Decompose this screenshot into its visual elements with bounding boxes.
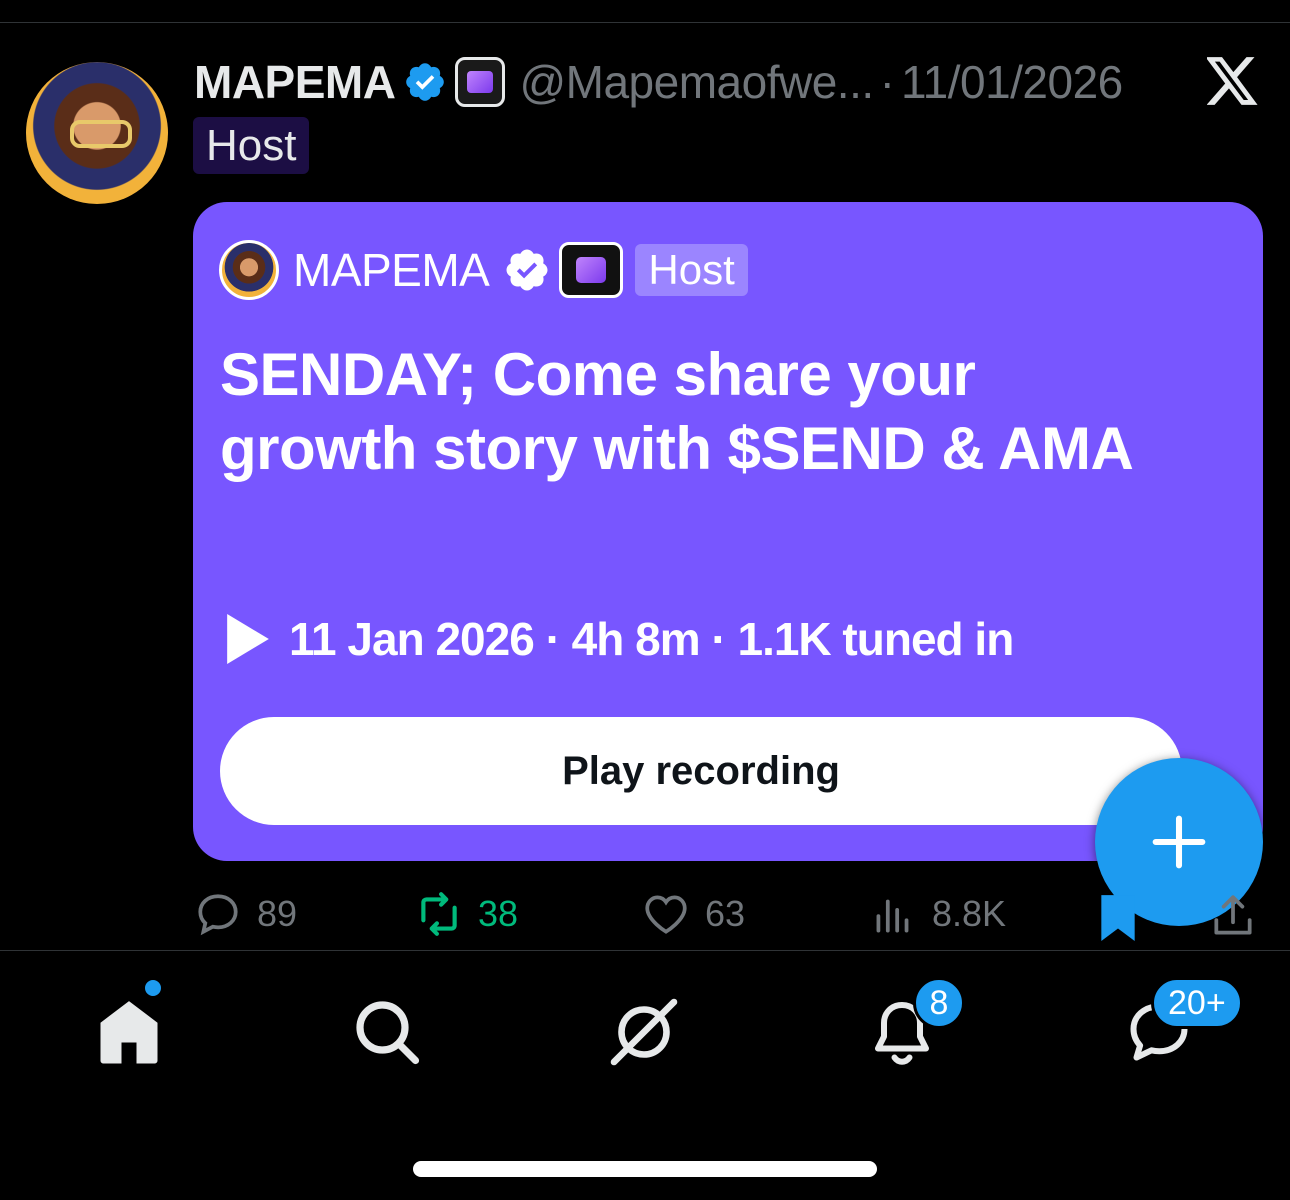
host-avatar <box>219 240 279 300</box>
share-button[interactable] <box>1208 886 1258 946</box>
tab-search[interactable] <box>342 987 432 1077</box>
app-badge-icon <box>455 57 506 107</box>
share-icon <box>1214 895 1252 935</box>
play-recording-button[interactable]: Play recording <box>220 717 1182 825</box>
reply-count: 89 <box>257 893 298 934</box>
messages-badge: 20+ <box>1151 977 1243 1029</box>
app-badge-icon <box>559 242 624 298</box>
space-meta: 11 Jan 2026 · 4h 8m · 1.1K tuned in <box>227 612 1014 666</box>
verified-badge-icon <box>506 249 548 291</box>
post-actions: 89 38 63 8.8K <box>0 884 1290 944</box>
host-role-tag: Host <box>193 117 310 174</box>
reply-button[interactable]: 89 <box>193 884 297 944</box>
post-header: MAPEMA @Mapemaofwe... · 11/01/2026 <box>194 56 1123 108</box>
views-icon <box>876 899 909 933</box>
tab-grok[interactable] <box>599 987 689 1077</box>
home-icon <box>100 1001 158 1064</box>
home-indicator[interactable] <box>413 1161 877 1177</box>
views-button[interactable]: 8.8K <box>868 884 1006 944</box>
space-meta-text: 11 Jan 2026 · 4h 8m · 1.1K tuned in <box>289 613 1014 665</box>
repost-count: 38 <box>478 893 519 934</box>
author-handle[interactable]: @Mapemaofwe... <box>519 55 874 109</box>
top-divider <box>0 22 1290 23</box>
space-host-name: MAPEMA <box>293 244 490 296</box>
grok-icon <box>610 998 678 1066</box>
space-host-row: MAPEMA Host <box>219 238 748 302</box>
play-icon <box>227 614 269 664</box>
bottom-tab-bar: 8 20+ <box>0 951 1290 1091</box>
reply-icon <box>198 894 238 936</box>
repost-icon <box>421 892 457 936</box>
views-count: 8.8K <box>932 893 1007 934</box>
bookmark-button[interactable] <box>1093 886 1143 946</box>
author-avatar[interactable] <box>26 62 168 204</box>
notifications-badge: 8 <box>913 977 965 1029</box>
heart-icon <box>645 895 687 934</box>
space-card[interactable]: MAPEMA Host SENDAY; Come share your grow… <box>193 202 1263 861</box>
home-unread-dot <box>143 978 163 998</box>
author-name[interactable]: MAPEMA <box>194 55 396 109</box>
space-title: SENDAY; Come share your growth story wit… <box>220 341 1134 482</box>
tab-home[interactable] <box>84 987 174 1077</box>
bookmark-icon <box>1101 895 1135 941</box>
post-date[interactable]: 11/01/2026 <box>901 55 1123 109</box>
space-host-role-tag: Host <box>635 244 748 296</box>
search-icon <box>356 1001 420 1065</box>
like-count: 63 <box>705 893 746 934</box>
repost-button[interactable]: 38 <box>414 884 518 944</box>
separator-dot: · <box>879 56 895 108</box>
x-logo-icon <box>1207 57 1258 105</box>
plus-icon <box>1152 815 1206 869</box>
verified-badge-icon <box>406 63 445 101</box>
like-button[interactable]: 63 <box>641 884 745 944</box>
